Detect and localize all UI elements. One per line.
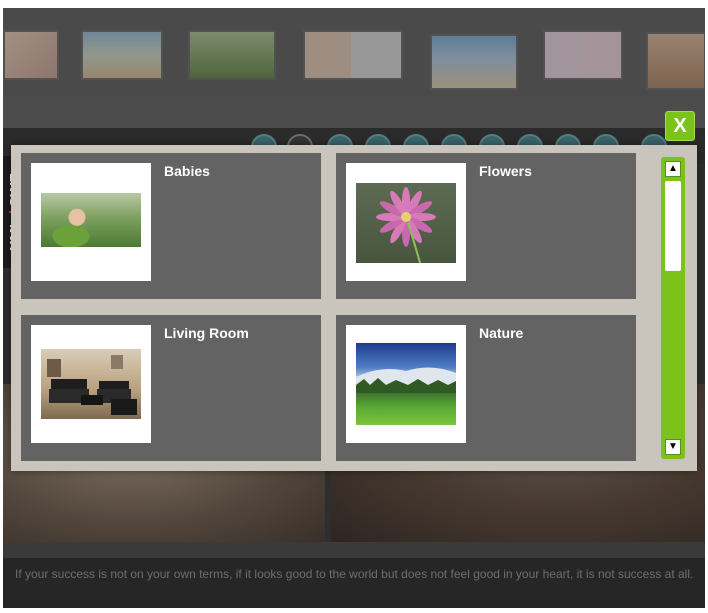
landscape-icon bbox=[356, 367, 456, 393]
babies-photo-icon bbox=[41, 193, 141, 247]
thumbnail-7[interactable] bbox=[646, 32, 705, 90]
category-card-nature[interactable]: Nature bbox=[336, 315, 636, 461]
category-title: Nature bbox=[479, 325, 524, 341]
category-thumbnail-frame bbox=[31, 325, 151, 443]
category-card-living-room[interactable]: Living Room bbox=[21, 315, 321, 461]
nature-photo-icon bbox=[356, 343, 456, 425]
category-scrollbar[interactable]: ▲ ▼ bbox=[661, 157, 685, 459]
scroll-up-icon[interactable]: ▲ bbox=[665, 161, 681, 177]
close-button[interactable]: X bbox=[665, 111, 695, 141]
category-modal: Babies Flowers Living Room Nature ▲ ▼ bbox=[11, 145, 697, 471]
thumbnail-6[interactable] bbox=[543, 30, 623, 80]
flower-photo-icon bbox=[356, 183, 456, 264]
scrollbar-thumb[interactable] bbox=[665, 181, 681, 271]
category-card-babies[interactable]: Babies bbox=[21, 153, 321, 299]
thumbnail-1[interactable] bbox=[3, 30, 59, 80]
category-title: Living Room bbox=[164, 325, 249, 341]
scroll-down-icon[interactable]: ▼ bbox=[665, 439, 681, 455]
sofa-icon bbox=[47, 355, 137, 415]
caption-text: If your success is not on your own terms… bbox=[15, 567, 694, 581]
category-thumbnail-frame bbox=[346, 325, 466, 443]
gallery-app: If your success is not on your own terms… bbox=[3, 8, 705, 608]
thumbnail-4[interactable] bbox=[303, 30, 403, 80]
category-title: Flowers bbox=[479, 163, 532, 179]
flower-icon bbox=[376, 187, 436, 264]
category-card-flowers[interactable]: Flowers bbox=[336, 153, 636, 299]
category-title: Babies bbox=[164, 163, 210, 179]
thumbnail-strip bbox=[3, 8, 705, 96]
caption-bar: If your success is not on your own terms… bbox=[3, 558, 705, 608]
strip-divider bbox=[3, 96, 705, 128]
thumbnail-3[interactable] bbox=[188, 30, 276, 80]
thumbnail-5[interactable] bbox=[430, 34, 518, 90]
living-room-photo-icon bbox=[41, 349, 141, 419]
category-thumbnail-frame bbox=[346, 163, 466, 281]
thumbnail-2[interactable] bbox=[81, 30, 163, 80]
category-thumbnail-frame bbox=[31, 163, 151, 281]
